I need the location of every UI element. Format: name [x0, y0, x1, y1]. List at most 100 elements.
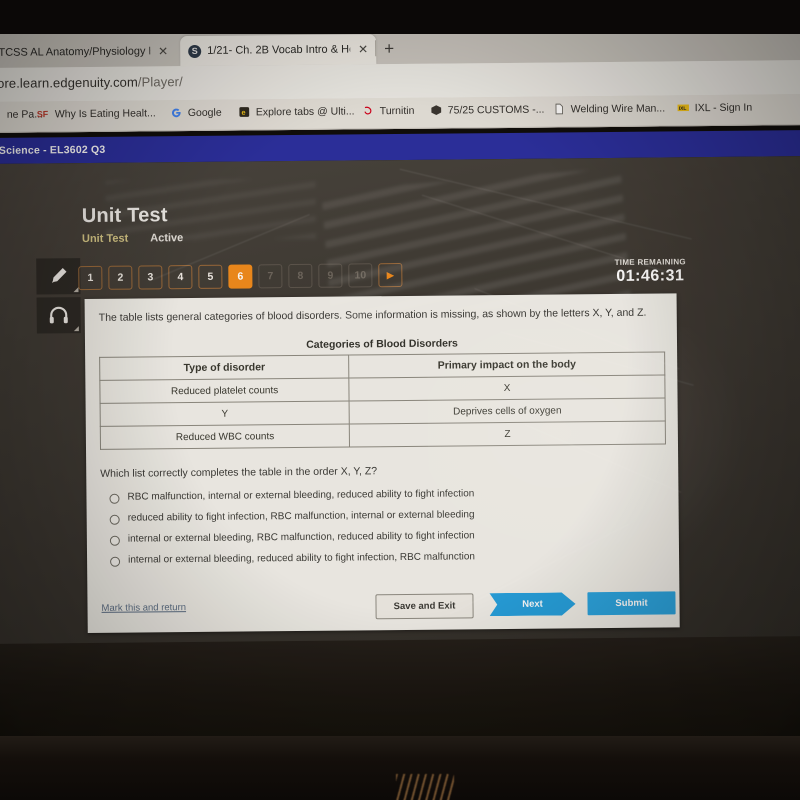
close-icon[interactable]: ✕ [156, 44, 168, 58]
screen-content: *TCSS AL Anatomy/Physiology H ✕ S 1/21- … [0, 26, 800, 734]
url-domain: core.learn.edgenuity.com [0, 74, 138, 91]
table-row: Reduced WBC counts Z [100, 421, 666, 450]
tool-rail [36, 258, 81, 336]
laptop-bezel-top [0, 0, 800, 34]
question-button-1[interactable]: 1 [78, 265, 103, 291]
close-icon[interactable]: ✕ [356, 42, 368, 56]
radio-icon[interactable] [109, 514, 120, 525]
bookmark-1[interactable]: SF Why Is Eating Healt... [37, 106, 156, 120]
photo-of-laptop-screen: *TCSS AL Anatomy/Physiology H ✕ S 1/21- … [0, 0, 800, 800]
next-button[interactable]: Next [489, 592, 575, 616]
next-question-arrow-icon[interactable]: ▶ [378, 262, 403, 288]
assignment-name: Unit Test [81, 232, 129, 246]
bookmark-label: Why Is Eating Healt... [54, 106, 156, 120]
answer-choice-label: RBC malfunction, internal or external bl… [127, 488, 475, 503]
cell-disorder: Reduced platelet counts [99, 378, 350, 404]
cell-impact: Deprives cells of oxygen [349, 398, 666, 425]
timer-label: TIME REMAINING [614, 257, 686, 267]
mark-and-return-link[interactable]: Mark this and return [101, 602, 186, 614]
column-header-impact: Primary impact on the body [348, 352, 665, 379]
assignment-title-block: Unit Test Unit Test Active [82, 204, 184, 245]
panel-footer: Mark this and return Save and Exit Next … [101, 591, 676, 620]
column-header-type: Type of disorder [99, 355, 350, 381]
headphones-icon [49, 306, 68, 324]
blood-disorders-table: Categories of Blood Disorders Type of di… [99, 336, 666, 450]
radio-icon[interactable] [109, 535, 120, 546]
bookmark-7[interactable]: IXL IXL - Sign In [677, 101, 753, 115]
answer-choices: RBC malfunction, internal or external bl… [100, 487, 665, 567]
ixl-icon: IXL [677, 104, 689, 112]
answer-choice-label: internal or external bleeding, reduced a… [128, 551, 475, 566]
laptop-bezel-bottom [0, 736, 800, 800]
question-button-7: 7 [258, 264, 283, 289]
answer-choice-label: internal or external bleeding, RBC malfu… [127, 530, 475, 545]
bookmark-label: Turnitin [379, 104, 415, 117]
url-path: /Player/ [137, 74, 183, 90]
save-and-exit-button[interactable]: Save and Exit [375, 593, 474, 620]
svg-text:SF: SF [37, 109, 49, 119]
bookmark-5[interactable]: 75/25 CUSTOMS -... [430, 103, 545, 117]
bookmark-label: IXL - Sign In [694, 101, 753, 114]
bookmark-2[interactable]: Google [170, 106, 222, 119]
question-button-6[interactable]: 6 [228, 264, 253, 289]
tab-label: *TCSS AL Anatomy/Physiology H [0, 45, 151, 59]
question-button-10: 10 [348, 263, 373, 288]
bezel-light-reflection [396, 774, 454, 800]
bookmark-label: Explore tabs @ Ulti... [255, 104, 355, 118]
question-stem: The table lists general categories of bl… [98, 306, 647, 324]
bookmark-4[interactable]: Turnitin [362, 104, 415, 118]
browser-tab-1[interactable]: *TCSS AL Anatomy/Physiology H ✕ [0, 36, 177, 68]
bookmark-6[interactable]: Welding Wire Man... [553, 101, 665, 115]
tab-label: 1/21- Ch. 2B Vocab Intro & Hous [207, 43, 351, 57]
table-wrapper: Categories of Blood Disorders Type of di… [99, 336, 666, 450]
question-prompt: Which list correctly completes the table… [100, 465, 378, 481]
status-badge: Active [150, 232, 184, 245]
question-panel: The table lists general categories of bl… [84, 293, 680, 634]
svg-text:IXL: IXL [679, 106, 687, 112]
answer-choice-c[interactable]: internal or external bleeding, RBC malfu… [101, 529, 665, 546]
page-title: Unit Test [81, 204, 168, 228]
question-button-2[interactable]: 2 [108, 265, 133, 290]
answer-choice-b[interactable]: reduced ability to fight infection, RBC … [101, 508, 665, 525]
cell-disorder: Y [100, 401, 350, 427]
favicon-icon: S [188, 44, 202, 58]
browser-tab-2[interactable]: S 1/21- Ch. 2B Vocab Intro & Hous ✕ [180, 34, 377, 67]
question-button-3[interactable]: 3 [138, 265, 163, 290]
turnitin-icon [364, 106, 372, 115]
explore-tabs-icon: e [239, 107, 250, 117]
google-icon [171, 108, 181, 118]
answer-choice-label: reduced ability to fight infection, RBC … [127, 509, 475, 524]
question-navigator: 1 2 3 4 5 6 7 8 9 10 ▶ [78, 262, 403, 291]
generic-page-icon [0, 108, 2, 121]
answer-choice-d[interactable]: internal or external bleeding, reduced a… [101, 550, 665, 567]
tab-divider [375, 40, 377, 57]
bookmark-3[interactable]: e Explore tabs @ Ulti... [238, 104, 355, 118]
course-title: n Science - EL3602 Q3 [0, 143, 106, 157]
url-text: core.learn.edgenuity.com/Player/ [0, 74, 183, 91]
timer-value: 01:46:31 [616, 267, 685, 285]
highlighter-tool-button[interactable] [36, 258, 81, 295]
new-tab-button[interactable]: + [384, 39, 394, 58]
assignment-body: Unit Test Unit Test Active 1 2 3 4 5 6 7… [0, 156, 800, 644]
radio-icon[interactable] [110, 556, 121, 567]
cell-impact: Z [349, 421, 666, 448]
radio-icon[interactable] [109, 493, 120, 504]
submit-button[interactable]: Submit [587, 591, 676, 616]
bookmark-label: 75/25 CUSTOMS -... [447, 103, 545, 117]
bookmarks-bar: ne Pa... SF Why Is Eating Healt... Googl… [0, 94, 800, 133]
question-button-9: 9 [318, 263, 343, 288]
bookmark-label: Welding Wire Man... [570, 101, 666, 115]
question-button-8: 8 [288, 263, 313, 289]
timer: TIME REMAINING 01:46:31 [600, 257, 700, 286]
cell-disorder: Reduced WBC counts [100, 424, 350, 450]
sf-logo-icon: SF [37, 109, 49, 119]
pencil-icon [52, 268, 67, 283]
question-button-4[interactable]: 4 [168, 265, 193, 290]
audio-tool-button[interactable] [36, 297, 81, 334]
svg-text:e: e [241, 108, 245, 117]
answer-choice-a[interactable]: RBC malfunction, internal or external bl… [100, 487, 664, 504]
box-icon [431, 105, 442, 116]
bookmark-label: Google [187, 106, 222, 119]
browser-chrome: *TCSS AL Anatomy/Physiology H ✕ S 1/21- … [0, 26, 800, 133]
question-button-5[interactable]: 5 [198, 264, 223, 289]
